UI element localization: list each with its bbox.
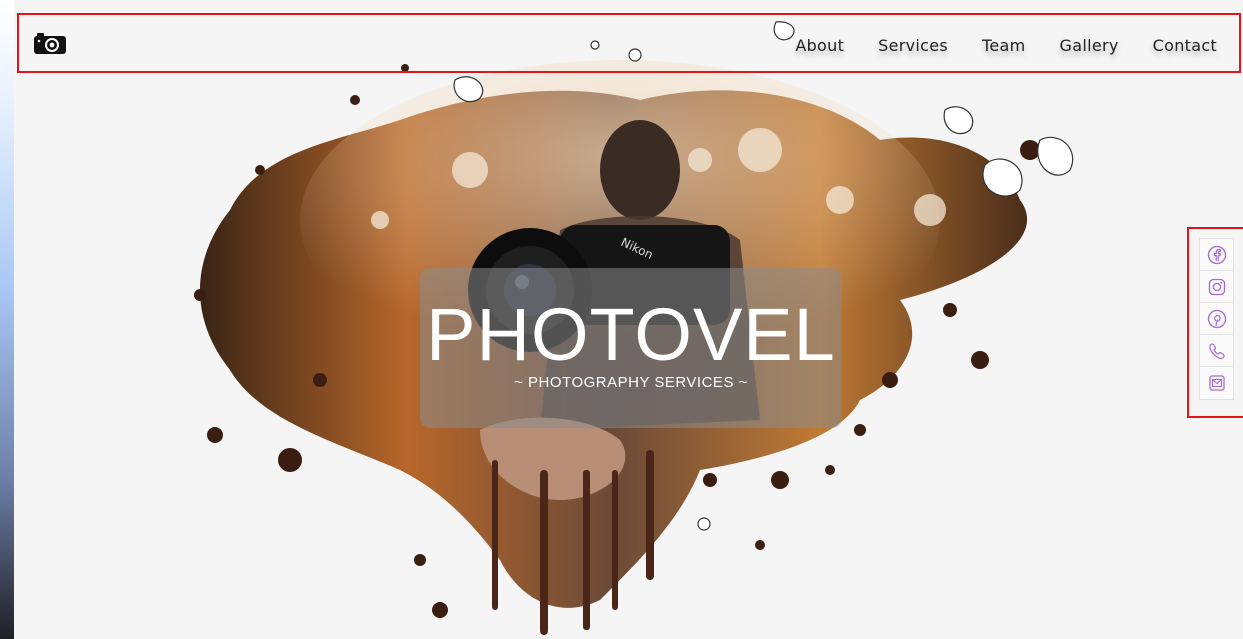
nav-link-about[interactable]: About: [795, 36, 844, 55]
hero-subtitle: ~ PHOTOGRAPHY SERVICES ~: [514, 374, 748, 391]
nav-link-team[interactable]: Team: [982, 36, 1026, 55]
facebook-icon[interactable]: [1200, 239, 1233, 271]
social-list: [1199, 238, 1234, 400]
social-sidebar: [1187, 227, 1243, 418]
pinterest-icon[interactable]: [1200, 303, 1233, 335]
nav-link-services[interactable]: Services: [878, 36, 948, 55]
main-nav: About Services Team Gallery Contact: [795, 36, 1217, 55]
nav-link-gallery[interactable]: Gallery: [1060, 36, 1119, 55]
top-navbar: About Services Team Gallery Contact: [17, 13, 1241, 73]
camera-icon[interactable]: [33, 31, 67, 55]
mail-icon[interactable]: [1200, 367, 1233, 399]
hero-title: PHOTOVEL: [426, 293, 836, 376]
phone-icon[interactable]: [1200, 335, 1233, 367]
nav-link-contact[interactable]: Contact: [1153, 36, 1217, 55]
instagram-icon[interactable]: [1200, 271, 1233, 303]
